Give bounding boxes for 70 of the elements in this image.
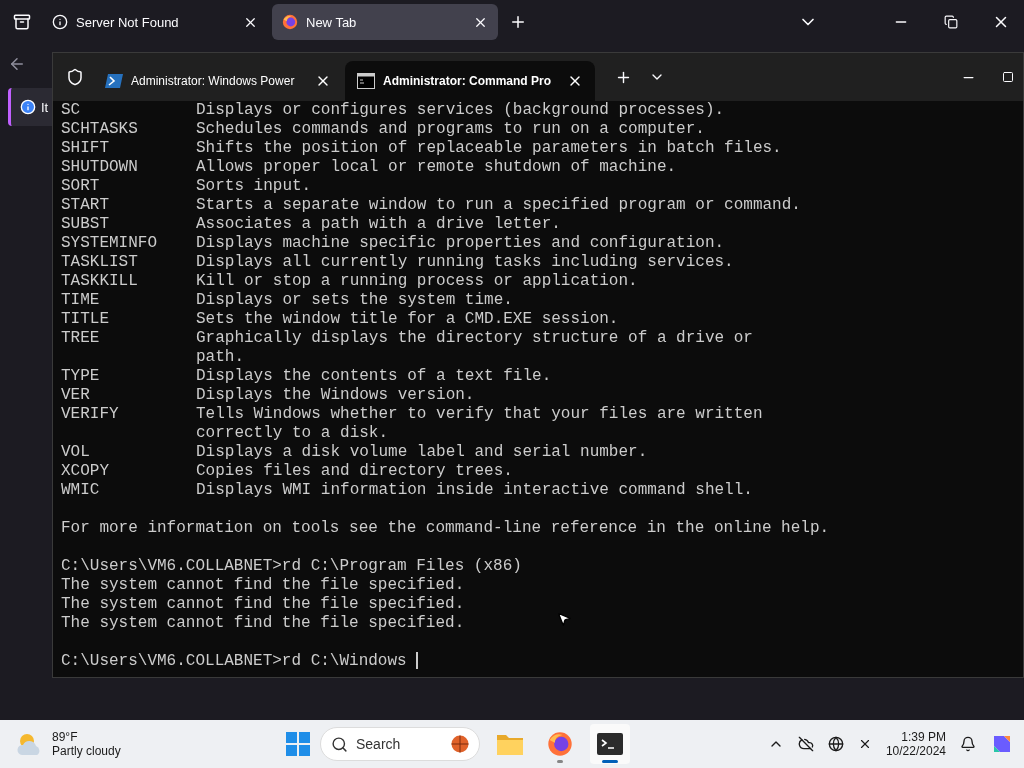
command-description: Displays or configures services (background processes).: [196, 101, 725, 120]
command-description: Starts a separate window to run a specified program or command.: [196, 196, 801, 215]
prompt-line: C:\Users\VM6.COLLABNET>rd C:\Windows: [61, 652, 408, 671]
command-name: SHIFT: [61, 139, 110, 158]
command-description: Shifts the position of replaceable parameters in batch files.: [196, 139, 782, 158]
output-line: For more information on tools see the command-line reference in the online help.: [61, 519, 830, 538]
command-name: SCHTASKS: [61, 120, 139, 139]
command-name: SYSTEMINFO: [61, 234, 158, 253]
mouse-pointer-icon: [556, 611, 572, 627]
command-name: SUBST: [61, 215, 110, 234]
terminal-tab[interactable]: Administrator: Windows Power: [93, 61, 343, 101]
clock-date[interactable]: 10/22/2024: [885, 744, 946, 758]
globe-icon[interactable]: [827, 736, 844, 752]
command-name: SHUTDOWN: [61, 158, 139, 177]
temperature: 89°F: [52, 730, 79, 744]
terminal-tab[interactable]: Administrator: Command Pro: [345, 61, 595, 101]
output-line: The system cannot find the file specified.: [61, 576, 465, 595]
bell-icon[interactable]: [960, 736, 976, 752]
command-description: Graphically displays the directory structure of a drive or path.: [196, 329, 753, 367]
command-description: Schedules commands and programs to run on a computer.: [196, 120, 705, 139]
command-name: SC: [61, 101, 82, 120]
command-description: Sets the window title for a CMD.EXE session.: [196, 310, 619, 329]
command-description: Displays the Windows version.: [196, 386, 475, 405]
command-name: VER: [61, 386, 91, 405]
info-icon: [20, 99, 36, 115]
search-field[interactable]: Search: [320, 727, 480, 761]
command-description: Displays all currently running tasks including services.: [196, 253, 734, 272]
command-description: Copies files and directory trees.: [196, 462, 513, 481]
command-name: XCOPY: [61, 462, 110, 481]
command-name: TIME: [61, 291, 101, 310]
command-name: VERIFY: [61, 405, 120, 425]
back-icon[interactable]: [8, 55, 26, 73]
command-name: SORT: [61, 177, 101, 196]
taskbar-app[interactable]: [590, 724, 630, 764]
notification-text: It: [41, 99, 49, 115]
cloud-off-icon[interactable]: [797, 736, 814, 752]
command-description: Displays the contents of a text file.: [196, 367, 552, 386]
command-name: TASKLIST: [61, 253, 139, 272]
command-name: WMIC: [61, 481, 101, 500]
command-description: Kill or stop a running process or application.: [196, 272, 638, 291]
command-description: Displays a disk volume label and serial number.: [196, 443, 648, 462]
terminal-icon[interactable]: [597, 733, 623, 755]
command-name: START: [61, 196, 110, 215]
command-name: TYPE: [61, 367, 101, 386]
clock-time[interactable]: 1:39 PM: [901, 730, 946, 744]
command-name: TITLE: [61, 310, 110, 329]
browser-tab[interactable]: Server Not Found: [42, 4, 268, 40]
command-description: Associates a path with a drive letter.: [196, 215, 561, 234]
firefox-icon: [547, 731, 573, 757]
windows-logo-icon[interactable]: [286, 732, 310, 756]
command-description: Displays machine specific properties and configuration.: [196, 234, 725, 253]
command-name: TREE: [61, 329, 101, 349]
command-description: Tells Windows whether to verify that your files are written correctly to a disk.: [196, 405, 763, 443]
command-description: Displays or sets the system time.: [196, 291, 513, 310]
info-icon: [52, 14, 68, 30]
command-description: Sorts input.: [196, 177, 312, 196]
browser-tab[interactable]: New Tab: [272, 4, 498, 40]
output-line: The system cannot find the file specified.: [61, 595, 465, 614]
command-name: VOL: [61, 443, 91, 462]
command-name: TASKKILL: [61, 272, 139, 291]
command-description: Allows proper local or remote shutdown of machine.: [196, 158, 677, 177]
basketball-icon: [451, 735, 469, 753]
command-prompt-icon: [357, 73, 375, 89]
output-line: The system cannot find the file specified.: [61, 614, 465, 633]
weather-condition: Partly cloudy: [52, 744, 121, 758]
command-description: Displays WMI information inside interactive command shell.: [196, 481, 753, 500]
firefox-icon: [282, 14, 298, 30]
powershell-icon: [105, 73, 123, 89]
search-icon: [331, 735, 348, 753]
prompt-line: C:\Users\VM6.COLLABNET>rd C:\Program Files (x86): [61, 557, 522, 576]
